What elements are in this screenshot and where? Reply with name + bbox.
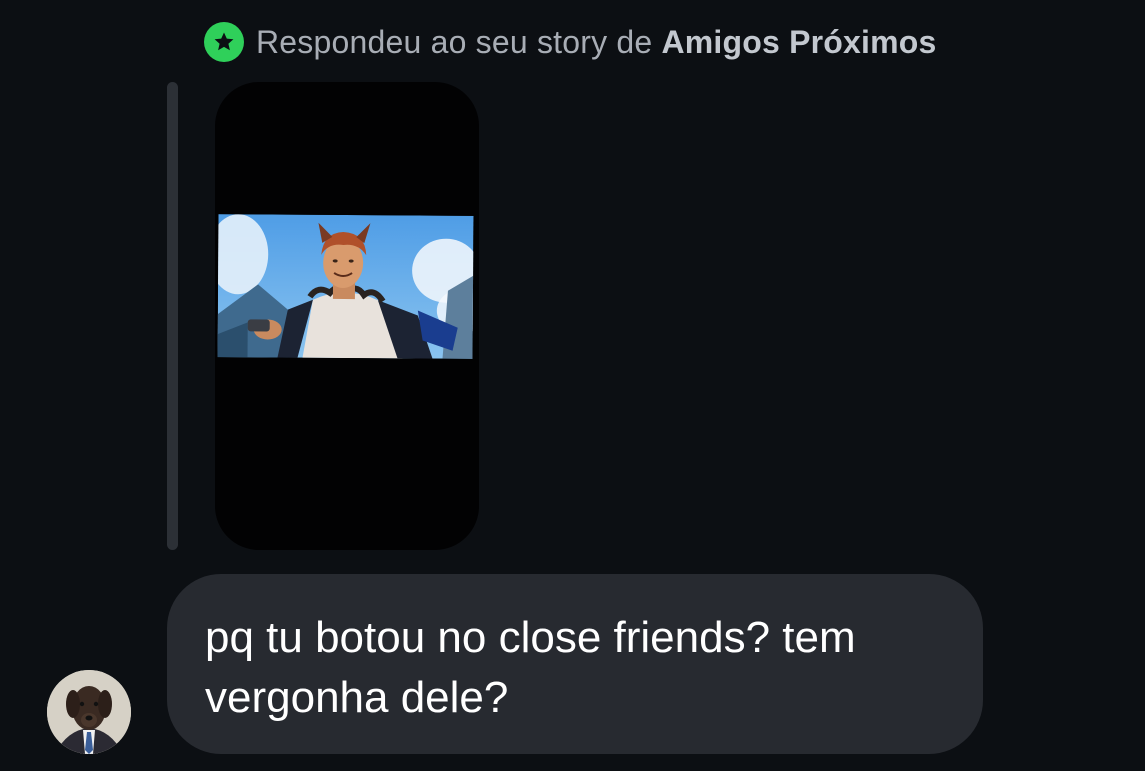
chat-screen: Respondeu ao seu story de Amigos Próximo…: [0, 0, 1145, 771]
reply-context-text: Respondeu ao seu story de Amigos Próximo…: [256, 24, 937, 61]
reply-prefix: Respondeu ao seu story de: [256, 23, 662, 60]
story-image: [217, 214, 474, 359]
sender-avatar[interactable]: [47, 670, 131, 754]
message-text: pq tu botou no close friends? tem vergonh…: [205, 608, 943, 728]
dog-avatar-icon: [47, 670, 131, 754]
story-reply-header: Respondeu ao seu story de Amigos Próximo…: [204, 22, 937, 62]
close-friends-badge: [204, 22, 244, 62]
message-line-1: pq tu botou no close friends? tem: [205, 613, 856, 662]
story-preview[interactable]: [215, 82, 479, 550]
message-line-2: vergonha dele?: [205, 673, 509, 722]
message-bubble[interactable]: pq tu botou no close friends? tem vergonh…: [167, 574, 983, 754]
audience-name: Amigos Próximos: [661, 23, 937, 60]
quote-bar: [167, 82, 178, 550]
star-icon: [214, 32, 234, 51]
